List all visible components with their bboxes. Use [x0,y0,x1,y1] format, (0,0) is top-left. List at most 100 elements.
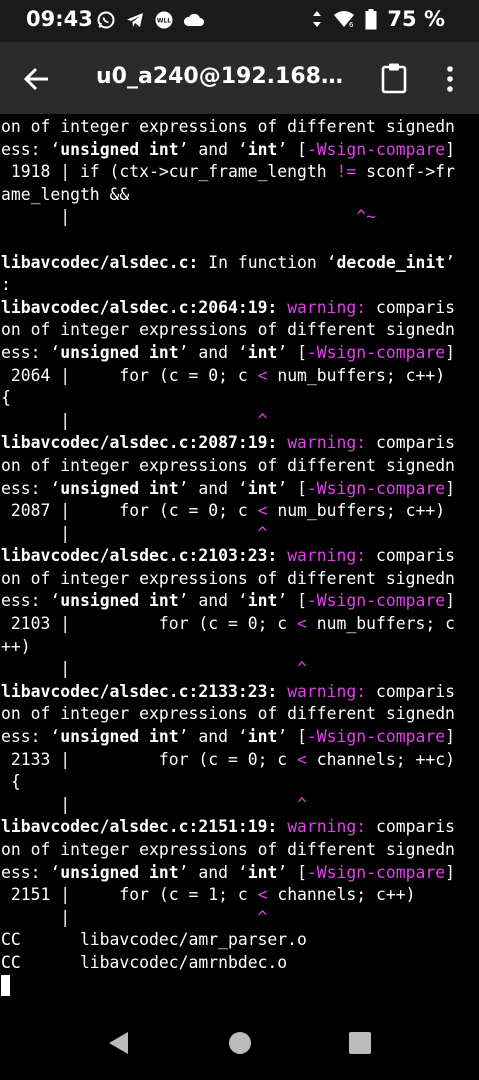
terminal-text: ess: ‘ [1,342,61,362]
terminal-output[interactable]: on of integer expressions of different s… [0,114,479,1004]
terminal-text: ess: ‘ [1,139,61,159]
recents-square-icon[interactable] [347,1030,373,1056]
terminal-text: -Wsign-compare [306,591,446,611]
terminal-text: ess: ‘ [1,727,61,747]
terminal-text: | [1,207,357,227]
clipboard-icon[interactable] [380,62,408,94]
terminal-line: on of integer expressions of different s… [1,568,455,591]
terminal-text: on of integer expressions of different s… [1,568,455,588]
terminal-text: unsigned int [60,862,179,882]
data-arrows-icon [313,11,322,27]
terminal-text: warning: [287,297,367,317]
terminal-line: 2064 | for (c = 0; c < num_buffers; c++) [1,365,455,388]
terminal-text: libavcodec/alsdec.c: [1,252,199,272]
terminal-text: libavcodec/alsdec.c:2087:19: [1,433,278,453]
terminal-text: num_buffers; c [306,614,455,634]
terminal-text: warning: [287,681,367,701]
terminal-text: ’ [445,252,455,272]
system-status-icons: 6 75 % [311,7,445,31]
terminal-text: ’ and ‘ [178,342,248,362]
terminal-text: unsigned int [60,139,179,159]
terminal-text: comparis [366,817,455,837]
terminal-line: 2103 | for (c = 0; c < num_buffers; c [1,613,455,636]
terminal-text: channels; ++c) [306,749,455,769]
terminal-text: -Wsign-compare [306,478,446,498]
terminal-line: ess: ‘unsigned int’ and ‘int’ [-Wsign-co… [1,726,455,749]
terminal-text: 2103 | for (c = 0; c [1,614,298,634]
battery-icon [365,8,377,29]
terminal-text: ^ [257,523,268,543]
back-triangle-icon[interactable] [106,1030,132,1056]
terminal-line: ess: ‘unsigned int’ and ‘int’ [-Wsign-co… [1,862,455,885]
terminal-text: num_buffers; c++) [267,365,446,385]
terminal-text: { [1,388,11,408]
terminal-line: 2133 | for (c = 0; c < channels; ++c) [1,749,455,772]
terminal-line: | ^ [1,658,455,681]
terminal-line: { [1,771,455,794]
terminal-text: on of integer expressions of different s… [1,455,455,475]
svg-text:WLL: WLL [157,18,171,25]
terminal-text: | [1,794,298,814]
terminal-line: CC libavcodec/amrnbdec.o [1,952,455,975]
terminal-text: ess: ‘ [1,591,61,611]
terminal-text: | [1,907,258,927]
terminal-text: int [247,139,278,159]
terminal-text: CC libavcodec/amr_parser.o [1,930,307,950]
terminal-text: ’ and ‘ [178,727,248,747]
terminal-text: on of integer expressions of different s… [1,840,455,859]
cloud-icon [183,13,204,26]
terminal-text: libavcodec/alsdec.c:2103:23: [1,546,278,566]
terminal-line: { [1,387,455,410]
terminal-line: on of integer expressions of different s… [1,839,455,862]
terminal-text: comparis [366,297,455,317]
terminal-text: -Wsign-compare [306,727,446,747]
terminal-text: ame_length && [1,184,130,204]
terminal-line: ess: ‘unsigned int’ and ‘int’ [-Wsign-co… [1,139,455,162]
terminal-text: unsigned int [60,342,179,362]
back-arrow-icon[interactable] [22,64,52,94]
terminal-text: unsigned int [60,727,179,747]
terminal-line: ess: ‘unsigned int’ and ‘int’ [-Wsign-co… [1,342,455,365]
terminal-text: on of integer expressions of different s… [1,320,455,340]
terminal-text: < [257,885,268,905]
terminal-text: warning: [287,433,367,453]
terminal-text: ++) [1,636,31,656]
terminal-text: 2087 | for (c = 0; c [1,501,258,521]
terminal-text: != [336,162,357,182]
session-title: u0_a240@192.168… [96,64,343,89]
app-bar: u0_a240@192.168… [0,42,479,114]
terminal-text: ’ and ‘ [178,591,248,611]
overflow-menu-icon[interactable] [440,64,460,94]
terminal-line: CC libavcodec/amr_parser.o [1,929,455,952]
terminal-text: 1918 | if (ctx->cur_frame_length [1,162,337,182]
wifi-icon: 6 [334,11,355,29]
terminal-text: ^ [257,907,268,927]
terminal-text: -Wsign-compare [306,342,446,362]
terminal-text: ’ [ [277,862,307,882]
terminal-line: libavcodec/alsdec.c:2151:19: warning: co… [1,816,455,839]
terminal-text: libavcodec/alsdec.c:2133:23: [1,681,278,701]
status-time: 09:43 [26,7,93,31]
terminal-text: ^ [257,410,268,430]
terminal-text: on of integer expressions of different s… [1,704,455,724]
terminal-line: on of integer expressions of different s… [1,319,455,342]
navigation-bar [0,1004,479,1080]
terminal-line: : [1,274,455,297]
terminal-text: ] [445,727,455,747]
svg-text:6: 6 [349,21,354,29]
terminal-line: on of integer expressions of different s… [1,703,455,726]
terminal-line: | ^ [1,907,455,930]
terminal-line: ess: ‘unsigned int’ and ‘int’ [-Wsign-co… [1,478,455,501]
battery-percent: 75 % [387,7,445,31]
terminal-text: int [247,727,278,747]
terminal-text: sconf->fr [356,162,455,182]
home-circle-icon[interactable] [227,1030,253,1056]
terminal-text: ] [445,139,455,159]
terminal-text: 2064 | for (c = 0; c [1,365,258,385]
terminal-line: | ^ [1,410,455,433]
terminal-line: ess: ‘unsigned int’ and ‘int’ [-Wsign-co… [1,590,455,613]
terminal-text: | [1,410,258,430]
